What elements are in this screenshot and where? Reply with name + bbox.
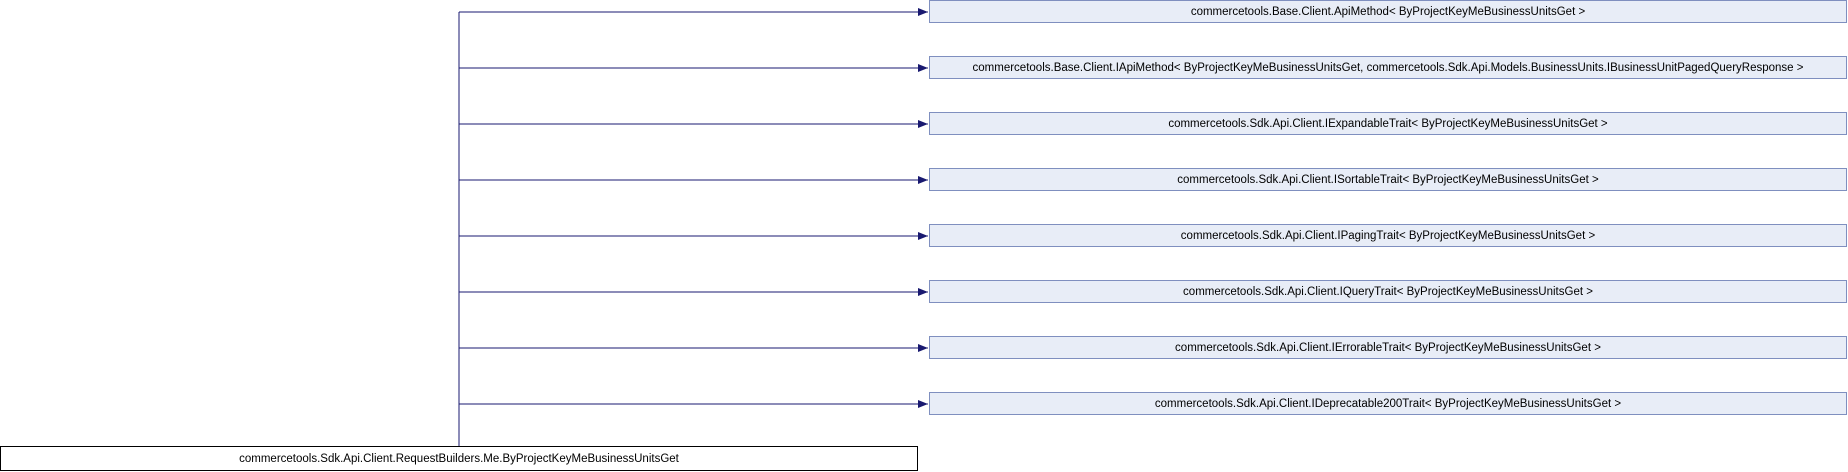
base-class-node[interactable]: commercetools.Sdk.Api.Client.IPagingTrai… (929, 224, 1847, 247)
base-class-node[interactable]: commercetools.Base.Client.IApiMethod< By… (929, 56, 1847, 79)
base-class-label: commercetools.Sdk.Api.Client.IErrorableT… (1175, 341, 1601, 354)
base-class-label: commercetools.Sdk.Api.Client.IExpandable… (1168, 117, 1608, 130)
base-class-label: commercetools.Sdk.Api.Client.IDeprecatab… (1154, 397, 1622, 410)
base-class-label: commercetools.Sdk.Api.Client.ISortableTr… (1177, 173, 1599, 186)
base-class-label: commercetools.Sdk.Api.Client.IPagingTrai… (1180, 229, 1596, 242)
base-class-node[interactable]: commercetools.Sdk.Api.Client.IErrorableT… (929, 336, 1847, 359)
base-class-label: commercetools.Base.Client.IApiMethod< By… (972, 61, 1804, 74)
inheritance-diagram: commercetools.Base.Client.ApiMethod< ByP… (0, 0, 1848, 472)
derived-class-node: commercetools.Sdk.Api.Client.RequestBuil… (0, 446, 918, 471)
base-class-label: commercetools.Sdk.Api.Client.IQueryTrait… (1183, 285, 1593, 298)
base-class-node[interactable]: commercetools.Sdk.Api.Client.IExpandable… (929, 112, 1847, 135)
base-class-node[interactable]: commercetools.Sdk.Api.Client.ISortableTr… (929, 168, 1847, 191)
base-class-node[interactable]: commercetools.Sdk.Api.Client.IDeprecatab… (929, 392, 1847, 415)
derived-class-label: commercetools.Sdk.Api.Client.RequestBuil… (239, 452, 679, 465)
base-class-label: commercetools.Base.Client.ApiMethod< ByP… (1190, 5, 1586, 18)
base-class-node[interactable]: commercetools.Base.Client.ApiMethod< ByP… (929, 0, 1847, 23)
base-class-node[interactable]: commercetools.Sdk.Api.Client.IQueryTrait… (929, 280, 1847, 303)
